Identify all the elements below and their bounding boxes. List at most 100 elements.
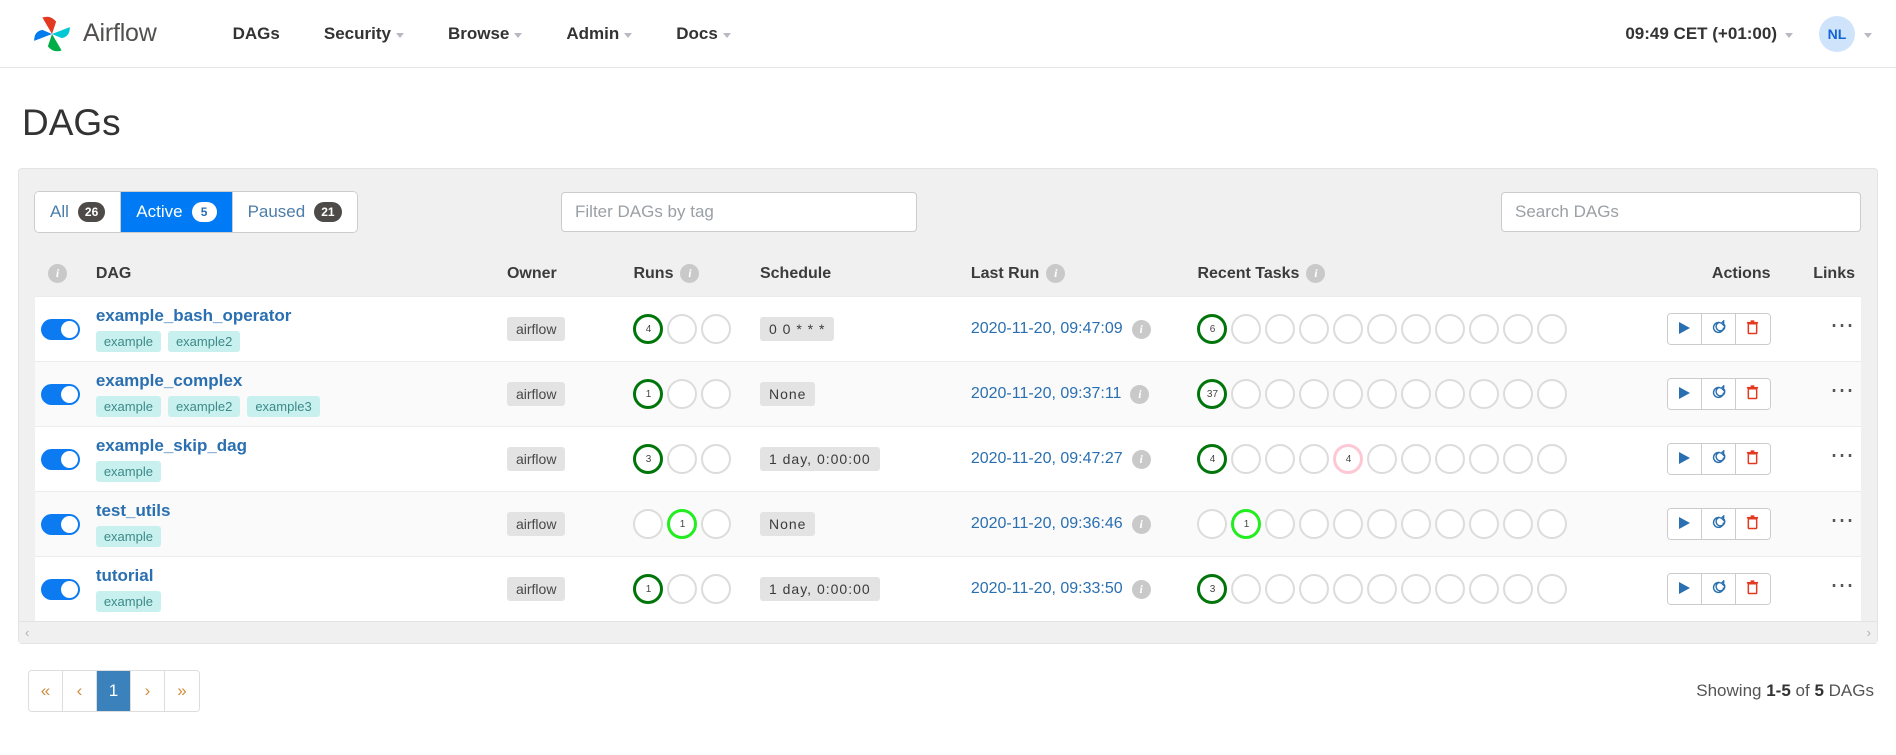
recent-tasks-circle-none[interactable]	[1503, 444, 1534, 474]
ellipsis-icon[interactable]: ⋯	[1830, 442, 1855, 469]
runs-circle-success[interactable]: 1	[633, 379, 664, 409]
next-page[interactable]: ›	[131, 671, 165, 711]
recent-tasks-circle-success[interactable]: 3	[1197, 574, 1228, 604]
info-icon[interactable]: i	[1130, 384, 1150, 404]
recent-tasks-circle-none[interactable]	[1265, 509, 1296, 539]
ellipsis-icon[interactable]: ⋯	[1830, 507, 1855, 534]
info-icon[interactable]: i	[680, 264, 700, 283]
recent-tasks-circle-none[interactable]	[1537, 379, 1568, 409]
dag-link[interactable]: tutorial	[96, 566, 154, 586]
recent-tasks-circle-none[interactable]	[1333, 509, 1364, 539]
runs-circle-none[interactable]	[667, 314, 698, 344]
scroll-left-arrow[interactable]: ‹	[25, 625, 29, 640]
recent-tasks-circle-none[interactable]	[1469, 574, 1500, 604]
runs-circle-success[interactable]: 3	[633, 444, 664, 474]
ellipsis-icon[interactable]: ⋯	[1830, 312, 1855, 339]
horizontal-scrollbar[interactable]: ‹ ›	[19, 621, 1877, 643]
runs-circle-success[interactable]: 1	[633, 574, 664, 604]
recent-tasks-circle-none[interactable]	[1537, 444, 1568, 474]
runs-circle-running[interactable]: 1	[667, 509, 698, 539]
refresh-dag-button[interactable]	[1701, 509, 1736, 539]
recent-tasks-circle-success[interactable]: 37	[1197, 379, 1228, 409]
trigger-dag-button[interactable]	[1667, 509, 1702, 539]
col-header-dag[interactable]: DAG	[89, 251, 501, 297]
dag-link[interactable]: example_complex	[96, 371, 242, 391]
page-1[interactable]: 1	[97, 671, 131, 711]
recent-tasks-circle-none[interactable]	[1401, 509, 1432, 539]
filter-tab-active[interactable]: Active 5	[121, 192, 233, 232]
recent-tasks-circle-none[interactable]	[1503, 379, 1534, 409]
recent-tasks-circle-none[interactable]	[1537, 509, 1568, 539]
recent-tasks-circle-skipped[interactable]: 4	[1333, 444, 1364, 474]
recent-tasks-circle-success[interactable]: 6	[1197, 314, 1228, 344]
delete-dag-button[interactable]	[1735, 574, 1770, 604]
info-icon[interactable]: i	[1306, 264, 1326, 283]
filter-tab-paused[interactable]: Paused 21	[232, 192, 357, 232]
pause-toggle[interactable]	[41, 578, 80, 600]
runs-circle-none[interactable]	[667, 574, 698, 604]
dag-tag[interactable]: example	[95, 526, 161, 547]
recent-tasks-circle-none[interactable]	[1231, 444, 1262, 474]
scroll-right-arrow[interactable]: ›	[1867, 625, 1871, 640]
recent-tasks-circle-none[interactable]	[1231, 379, 1262, 409]
runs-circle-none[interactable]	[701, 444, 732, 474]
recent-tasks-circle-none[interactable]	[1299, 574, 1330, 604]
recent-tasks-circle-none[interactable]	[1435, 574, 1466, 604]
recent-tasks-circle-none[interactable]	[1537, 574, 1568, 604]
filter-tab-all[interactable]: All 26	[35, 192, 122, 232]
recent-tasks-circle-none[interactable]	[1265, 379, 1296, 409]
recent-tasks-circle-none[interactable]	[1401, 314, 1432, 344]
recent-tasks-circle-none[interactable]	[1299, 379, 1330, 409]
last-run-timestamp[interactable]: 2020-11-20, 09:47:09	[971, 320, 1123, 338]
recent-tasks-circle-none[interactable]	[1469, 379, 1500, 409]
runs-circle-none[interactable]	[701, 509, 732, 539]
recent-tasks-circle-none[interactable]	[1333, 314, 1364, 344]
recent-tasks-circle-none[interactable]	[1401, 444, 1432, 474]
col-header-owner[interactable]: Owner	[500, 251, 628, 297]
info-icon[interactable]: i	[1131, 319, 1151, 339]
info-icon[interactable]: i	[1131, 514, 1151, 534]
recent-tasks-circle-none[interactable]	[1401, 379, 1432, 409]
last-run-timestamp[interactable]: 2020-11-20, 09:37:11	[971, 385, 1122, 403]
runs-circle-none[interactable]	[701, 379, 732, 409]
last-run-timestamp[interactable]: 2020-11-20, 09:33:50	[971, 580, 1123, 598]
refresh-dag-button[interactable]	[1701, 444, 1736, 474]
nav-item-browse[interactable]: Browse	[426, 14, 544, 54]
recent-tasks-circle-none[interactable]	[1265, 574, 1296, 604]
pause-toggle[interactable]	[41, 513, 80, 535]
dag-tag[interactable]: example3	[247, 396, 320, 417]
recent-tasks-circle-none[interactable]	[1299, 444, 1330, 474]
dag-link[interactable]: example_skip_dag	[96, 436, 247, 456]
refresh-dag-button[interactable]	[1701, 574, 1736, 604]
first-page[interactable]: «	[29, 671, 63, 711]
tag-filter-input[interactable]	[561, 192, 917, 232]
pause-toggle[interactable]	[41, 383, 80, 405]
brand-home-link[interactable]: Airflow	[30, 12, 157, 56]
recent-tasks-circle-none[interactable]	[1367, 379, 1398, 409]
recent-tasks-circle-none[interactable]	[1401, 574, 1432, 604]
recent-tasks-circle-none[interactable]	[1367, 509, 1398, 539]
recent-tasks-circle-none[interactable]	[1265, 444, 1296, 474]
recent-tasks-circle-none[interactable]	[1537, 314, 1568, 344]
recent-tasks-circle-none[interactable]	[1469, 509, 1500, 539]
trigger-dag-button[interactable]	[1667, 444, 1702, 474]
dag-link[interactable]: example_bash_operator	[96, 306, 292, 326]
runs-circle-none[interactable]	[667, 379, 698, 409]
trigger-dag-button[interactable]	[1667, 574, 1702, 604]
trigger-dag-button[interactable]	[1667, 379, 1702, 409]
info-icon[interactable]: i	[1131, 579, 1151, 599]
prev-page[interactable]: ‹	[63, 671, 97, 711]
runs-circle-success[interactable]: 4	[633, 314, 664, 344]
recent-tasks-circle-none[interactable]	[1503, 509, 1534, 539]
recent-tasks-circle-none[interactable]	[1503, 574, 1534, 604]
recent-tasks-circle-none[interactable]	[1469, 314, 1500, 344]
recent-tasks-circle-none[interactable]	[1231, 314, 1262, 344]
recent-tasks-circle-success[interactable]: 4	[1197, 444, 1228, 474]
dag-tag[interactable]: example	[95, 331, 161, 352]
recent-tasks-circle-none[interactable]	[1367, 574, 1398, 604]
dag-tag[interactable]: example2	[167, 331, 241, 352]
info-icon[interactable]: i	[1046, 264, 1066, 283]
delete-dag-button[interactable]	[1735, 314, 1770, 344]
recent-tasks-circle-none[interactable]	[1197, 509, 1228, 539]
delete-dag-button[interactable]	[1735, 444, 1770, 474]
